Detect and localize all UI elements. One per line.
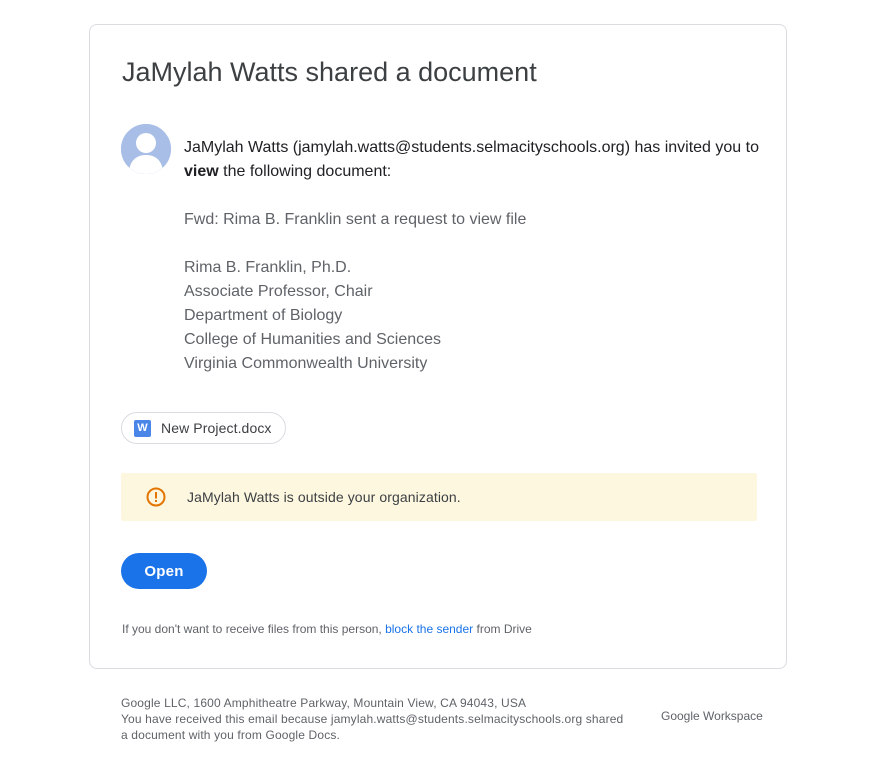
footer-reason-line: a document with you from Google Docs. — [121, 728, 340, 742]
invite-rest: the following document: — [218, 163, 392, 180]
footer-address: Google LLC, 1600 Amphitheatre Parkway, M… — [121, 696, 527, 710]
block-sender-link[interactable]: block the sender — [385, 622, 473, 636]
message-line: College of Humanities and Sciences — [184, 331, 442, 348]
notice-text: JaMylah Watts is outside your organizati… — [187, 489, 461, 505]
footnote-suffix: from Drive — [473, 622, 532, 636]
google-workspace-logo: Google Workspace — [661, 709, 763, 723]
open-button[interactable]: Open — [121, 553, 207, 589]
message-body: Fwd: Rima B. Franklin sent a request to … — [184, 208, 526, 376]
message-line: Department of Biology — [184, 307, 343, 324]
email-title: JaMylah Watts shared a document — [122, 57, 537, 87]
word-doc-icon: W — [134, 419, 151, 437]
invite-role: view — [184, 163, 219, 180]
invite-text: JaMylah Watts (jamylah.watts@students.se… — [184, 136, 764, 184]
message-line: Associate Professor, Chair — [184, 283, 373, 300]
footnote-prefix: If you don't want to receive files from … — [122, 622, 386, 636]
file-name: New Project.docx — [161, 420, 272, 436]
sender-line: JaMylah Watts (jamylah.watts@students.se… — [184, 139, 742, 156]
outside-org-notice: JaMylah Watts is outside your organizati… — [121, 473, 757, 521]
warning-icon — [146, 487, 166, 507]
email-footer: Google LLC, 1600 Amphitheatre Parkway, M… — [121, 695, 651, 743]
footer-reason-line: You have received this email because jam… — [121, 712, 624, 726]
message-line: Rima B. Franklin, Ph.D. — [184, 259, 352, 276]
message-line: Virginia Commonwealth University — [184, 355, 428, 372]
block-sender-footnote: If you don't want to receive files from … — [122, 622, 532, 636]
default-avatar-icon — [121, 124, 171, 174]
avatar — [121, 124, 171, 174]
message-line: Fwd: Rima B. Franklin sent a request to … — [184, 211, 527, 228]
invite-to: to — [745, 139, 759, 156]
file-chip[interactable]: W New Project.docx — [121, 412, 286, 444]
email-card: JaMylah Watts shared a document JaMylah … — [89, 24, 787, 669]
